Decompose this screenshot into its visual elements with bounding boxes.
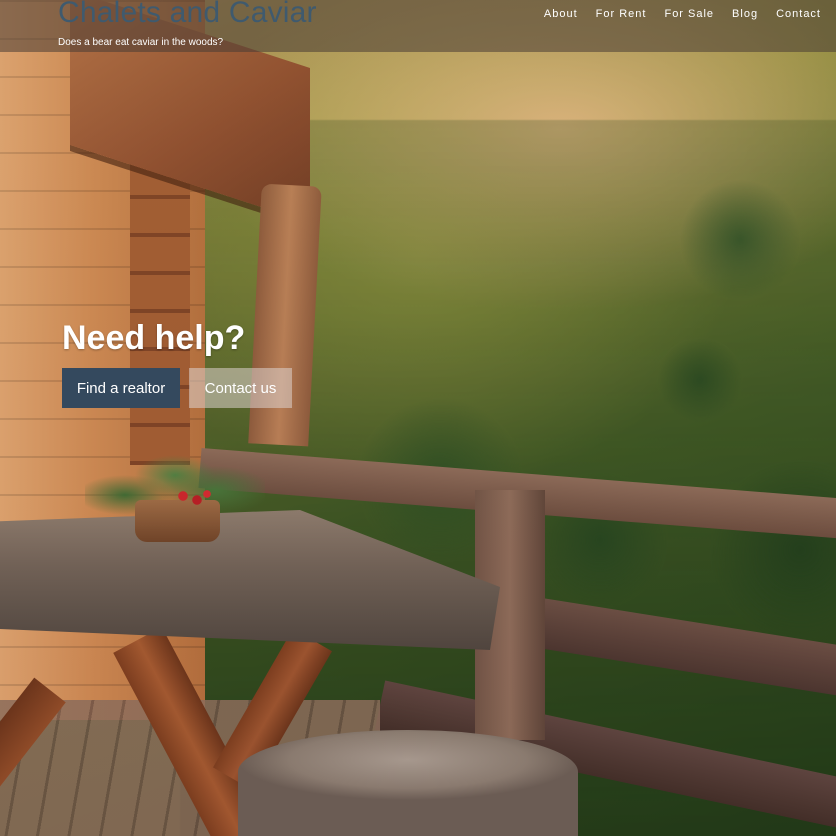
nav-link-for-sale[interactable]: For Sale <box>655 8 723 20</box>
nav-link-about[interactable]: About <box>535 8 587 20</box>
hero-background-image <box>0 0 836 836</box>
site-tagline: Does a bear eat caviar in the woods? <box>58 37 224 48</box>
nav-link-for-rent[interactable]: For Rent <box>587 8 656 20</box>
nav-link-blog[interactable]: Blog <box>723 8 767 20</box>
photo-tint-overlay <box>0 0 836 836</box>
nav-link-contact[interactable]: Contact <box>767 8 830 20</box>
site-header: Chalets and Caviar Does a bear eat cavia… <box>0 0 836 52</box>
hero-heading: Need help? <box>62 318 246 357</box>
main-navigation: About For Rent For Sale Blog Contact <box>535 8 830 20</box>
contact-us-button[interactable]: Contact us <box>189 368 292 408</box>
site-title-link[interactable]: Chalets and Caviar <box>58 0 317 30</box>
find-realtor-button[interactable]: Find a realtor <box>62 368 180 408</box>
